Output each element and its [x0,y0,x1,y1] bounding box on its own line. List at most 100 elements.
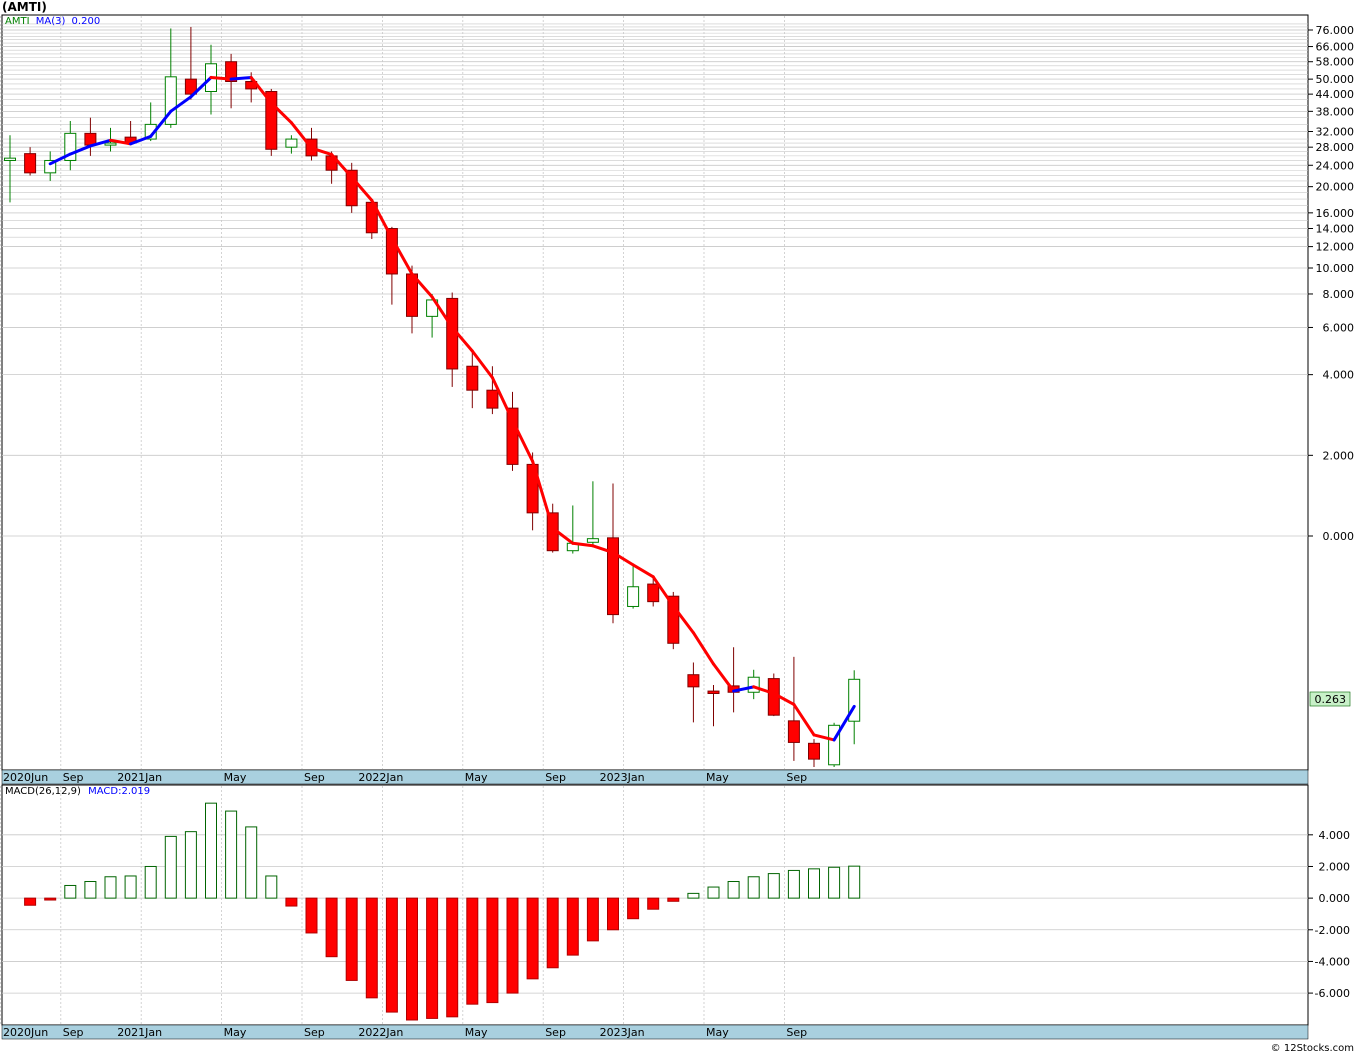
legend-ma-value: 0.200 [71,16,101,27]
macd-bar-negative [627,897,640,920]
price-y-tick-label: 28.000 [1316,141,1355,154]
macd-x-label: Sep [786,1026,807,1039]
macd-x-label: May [706,1026,729,1039]
price-x-label: May [224,771,247,784]
macd-bar-negative [446,897,459,1018]
candle-body-down [787,720,800,743]
macd-legend-value: MACD:2.019 [88,786,151,797]
macd-x-label: 2022Jan [358,1026,403,1039]
candle-body-up [4,157,16,161]
macd-bar-negative [24,897,37,906]
candle-body-down [707,690,720,694]
macd-x-label: Sep [304,1026,325,1039]
candle-body-down [466,365,479,391]
price-y-tick-label: 16.000 [1316,207,1355,220]
macd-bar-negative [667,897,680,902]
macd-x-label: 2020Jun [3,1026,48,1039]
price-x-label: Sep [63,771,84,784]
price-y-tick-label: 14.000 [1316,223,1355,236]
price-x-label: 2023Jan [600,771,645,784]
macd-legend: MACD(26,12,9) MACD:2.019 [5,786,150,797]
price-y-tick-label: 38.000 [1316,105,1355,118]
macd-bar-positive [225,810,238,899]
macd-x-label: Sep [63,1026,84,1039]
macd-bar-negative [586,897,599,942]
macd-bar-positive [727,881,740,899]
macd-y-tick-label: 2.000 [1319,860,1351,873]
price-y-tick-label: 20.000 [1316,181,1355,194]
macd-y-tick-label: 0.000 [1319,892,1351,905]
macd-bar-positive [265,875,278,899]
macd-bar-negative [385,897,398,1013]
macd-y-tick-label: -2.000 [1315,924,1350,937]
macd-bar-positive [245,826,258,899]
macd-bar-negative [607,897,619,931]
price-legend: AMTI MA(3) 0.200 [5,16,100,27]
price-y-tick-label: 44.000 [1316,88,1355,101]
macd-bar-positive [104,876,117,899]
macd-bar-negative [506,897,519,994]
candle-body-down [506,407,519,465]
macd-legend-label: MACD(26,12,9) [5,786,81,797]
candle-body-up [104,142,117,146]
price-x-axis-band [1,769,1309,785]
macd-bar-negative [426,897,439,1019]
price-y-tick-label: 6.000 [1323,321,1355,334]
macd-bar-positive [84,881,97,899]
price-x-label: 2021Jan [117,771,162,784]
price-panel-frame [1,14,1309,771]
macd-bar-positive [687,892,700,899]
macd-bar-negative [546,897,559,969]
last-price-marker: 0.263 [1309,691,1351,707]
price-y-tick-label: 2.000 [1323,449,1355,462]
price-y-tick-label: 4.000 [1323,369,1355,382]
macd-y-tick-label: -4.000 [1315,955,1350,968]
last-price-label: 0.263 [1315,693,1347,706]
price-y-tick-label: 58.000 [1316,56,1355,69]
price-y-tick-label: 8.000 [1323,288,1355,301]
candle-body-down [647,583,660,603]
macd-y-tick-label: -6.000 [1315,987,1350,1000]
legend-symbol: AMTI [5,16,30,27]
macd-bar-positive [124,875,137,899]
macd-bar-negative [566,897,579,956]
candle-body-down [808,742,820,760]
candle-body-down [687,674,700,688]
macd-bar-positive [767,873,780,899]
macd-x-label: Sep [545,1026,566,1039]
macd-bar-negative [486,897,499,1004]
price-y-tick-label: 12.000 [1316,241,1355,254]
stock-chart: 76.000 66.000 58.000 50.000 44.000 38.000 32.0… [0,0,1360,1056]
watermark: © 12Stocks.com [1270,1043,1354,1054]
price-y-tick-label: 32.000 [1316,126,1355,139]
macd-bar-negative [325,897,338,958]
macd-bar-negative [647,897,660,910]
macd-bar-negative [365,897,378,999]
price-x-label: 2022Jan [358,771,403,784]
macd-x-axis-band [1,1024,1309,1040]
ma3-segment [209,76,233,81]
macd-bar-positive [787,869,800,899]
candle-body-up [747,676,760,693]
chart-title: (AMTI) [2,0,47,14]
macd-bar-negative [466,897,479,1005]
macd-bar-positive [64,884,77,899]
ma3-segment [229,76,253,81]
price-y-tick-label: 66.000 [1316,41,1355,54]
macd-bar-negative [44,897,57,901]
macd-bar-positive [747,876,760,899]
price-x-label: May [465,771,488,784]
price-x-label: Sep [304,771,325,784]
candle-body-down [667,595,680,644]
price-y-tick-label: 50.000 [1316,73,1355,86]
macd-x-label: May [465,1026,488,1039]
macd-bar-positive [164,835,177,899]
price-x-label: May [706,771,729,784]
macd-bar-negative [406,897,418,1021]
macd-bar-negative [526,897,539,980]
price-x-label: 2020Jun [3,771,48,784]
macd-bar-positive [184,831,197,899]
price-x-label: Sep [786,771,807,784]
candle-body-up [586,538,599,543]
price-y-tick-label: 10.000 [1316,262,1355,275]
